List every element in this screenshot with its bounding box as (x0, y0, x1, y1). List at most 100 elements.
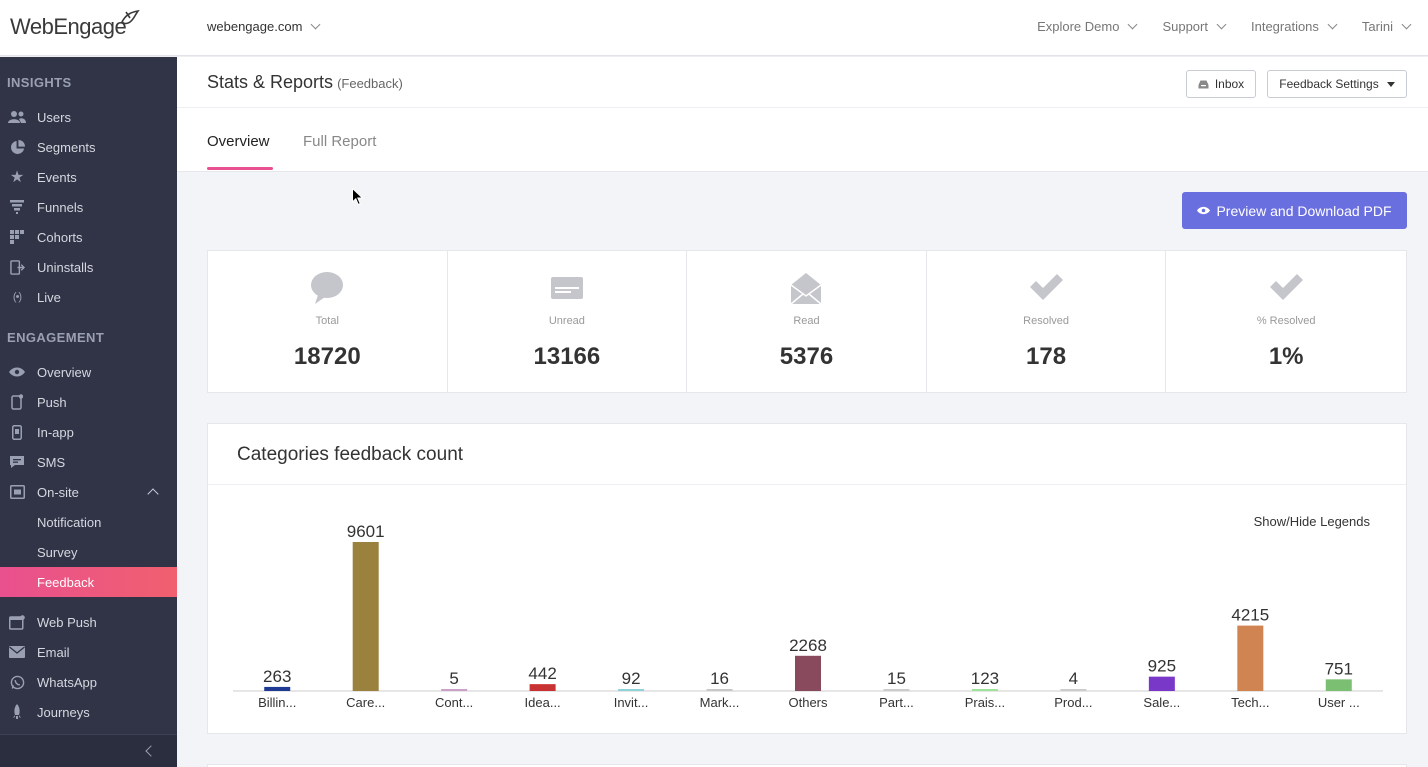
sidebar-item-funnels[interactable]: Funnels (0, 192, 177, 222)
check-icon (1030, 274, 1064, 300)
bar-0[interactable] (264, 686, 291, 691)
chevron-down-icon (1401, 19, 1412, 30)
pie-icon (8, 138, 26, 156)
sidebar-item-overview[interactable]: Overview (0, 357, 177, 387)
logo-text: WebEngage (10, 14, 127, 39)
nav-integrations[interactable]: Integrations (1251, 19, 1338, 34)
stat-label: Resolved (1023, 315, 1069, 327)
feedback-settings-button[interactable]: Feedback Settings (1267, 70, 1407, 98)
bar-11[interactable] (1237, 625, 1264, 691)
page-title-text: Stats & Reports (207, 72, 334, 92)
browser-icon (8, 613, 26, 631)
sidebar-item-whatsapp[interactable]: WhatsApp (0, 667, 177, 697)
category-tick-label: Billin... (258, 695, 296, 710)
active-tab-indicator (207, 167, 273, 170)
divider (177, 107, 1428, 108)
closed-envelope-icon (550, 277, 583, 299)
insights-section-title: INSIGHTS (7, 75, 72, 90)
users-icon (8, 108, 26, 126)
category-tick-label: Sale... (1143, 695, 1180, 710)
bar-6[interactable] (795, 655, 821, 691)
nav-explore-demo[interactable]: Explore Demo (1037, 19, 1138, 34)
nav-support[interactable]: Support (1162, 19, 1227, 34)
bar-7[interactable] (883, 689, 910, 691)
sidebar-item-label: Users (37, 109, 71, 125)
tab-full-report[interactable]: Full Report (303, 133, 376, 150)
nav-label: Explore Demo (1037, 19, 1120, 34)
bar-3[interactable] (529, 684, 556, 691)
bar-12[interactable] (1325, 679, 1352, 691)
preview-download-pdf-button[interactable]: Preview and Download PDF (1182, 192, 1407, 229)
sidebar-item-label: Notification (37, 514, 102, 530)
sidebar-item-uninstalls[interactable]: Uninstalls (0, 252, 177, 282)
inbox-button[interactable]: Inbox (1186, 70, 1256, 98)
sidebar-item-label: On-site (37, 484, 79, 500)
sidebar-item-label: Push (37, 394, 67, 410)
project-name: webengage.com (207, 19, 303, 34)
sidebar-item-web-push[interactable]: Web Push (0, 607, 177, 637)
category-tick-label: Prais... (965, 695, 1005, 710)
sidebar-item-journeys[interactable]: Journeys (0, 697, 177, 727)
tab-overview[interactable]: Overview (207, 133, 270, 150)
category-tick-label: Tech... (1231, 695, 1269, 710)
sidebar-item-label: Email (37, 644, 70, 660)
chevron-left-icon[interactable] (145, 745, 157, 757)
sidebar-item-label: Segments (37, 139, 96, 155)
bar-4[interactable] (618, 689, 645, 691)
rocket-icon (8, 703, 26, 721)
stat-value: 1% (1268, 343, 1304, 370)
window-icon (8, 483, 26, 501)
bar-1[interactable] (352, 542, 379, 691)
bar-5[interactable] (706, 689, 733, 691)
webengage-logo[interactable]: WebEngage (10, 9, 140, 42)
sidebar-item-sms[interactable]: SMS (0, 447, 177, 477)
project-switcher[interactable]: webengage.com (207, 19, 321, 34)
sidebar-item-label: In-app (37, 424, 74, 440)
bar-8[interactable] (971, 689, 998, 691)
sidebar-item-segments[interactable]: Segments (0, 132, 177, 162)
bar-value-label: 4215 (1231, 606, 1269, 625)
funnel-icon (8, 198, 26, 216)
sidebar-item-live[interactable]: (•) Live (0, 282, 177, 312)
sidebar-item-survey[interactable]: Survey (0, 537, 177, 567)
eye-icon (1197, 206, 1211, 215)
bar-value-label: 92 (622, 669, 641, 688)
sidebar-item-events[interactable]: ★ Events (0, 162, 177, 192)
sidebar-item-on-site[interactable]: On-site (0, 477, 177, 507)
bar-2[interactable] (441, 689, 468, 691)
bar-value-label: 9601 (347, 522, 385, 541)
pdf-button-label: Preview and Download PDF (1216, 202, 1392, 219)
category-tick-label: Cont... (435, 695, 473, 710)
sidebar-collapse-bar[interactable] (0, 734, 177, 767)
sidebar-item-feedback[interactable]: Feedback (0, 567, 177, 597)
sidebar-item-label: Journeys (37, 704, 90, 720)
bar-10[interactable] (1148, 676, 1175, 691)
bar-value-label: 15 (887, 669, 906, 688)
sidebar-item-push[interactable]: Push (0, 387, 177, 417)
bar-9[interactable] (1060, 689, 1087, 691)
chevron-up-icon[interactable] (147, 488, 159, 500)
inbox-label: Inbox (1214, 77, 1245, 91)
sidebar-item-users[interactable]: Users (0, 102, 177, 132)
sidebar: INSIGHTS Users Segments ★ Events Funnels… (0, 57, 177, 767)
stat-label: Read (793, 315, 820, 327)
feedback-settings-label: Feedback Settings (1279, 77, 1379, 91)
page-subtitle: (Feedback) (337, 76, 403, 91)
sidebar-item-label: Overview (37, 364, 92, 380)
engagement-section-title: ENGAGEMENT (7, 330, 105, 345)
nav-user-menu[interactable]: Tarini (1362, 19, 1412, 34)
sidebar-item-label: WhatsApp (37, 674, 97, 690)
sidebar-item-cohorts[interactable]: Cohorts (0, 222, 177, 252)
chevron-down-icon (1127, 19, 1138, 30)
sidebar-item-label: Uninstalls (37, 259, 94, 275)
sidebar-item-label: Events (37, 169, 77, 185)
sidebar-item-email[interactable]: Email (0, 637, 177, 667)
phone-icon (8, 423, 26, 441)
sidebar-item-notification[interactable]: Notification (0, 507, 177, 537)
sidebar-item-in-app[interactable]: In-app (0, 417, 177, 447)
grid-icon (8, 228, 26, 246)
category-tick-label: Part... (879, 695, 914, 710)
stat-read: Read 5376 (687, 251, 927, 392)
stat-unread: Unread 13166 (448, 251, 688, 392)
stats-row: Total 18720 Unread 13166 Read 5376 Resol… (207, 250, 1407, 393)
